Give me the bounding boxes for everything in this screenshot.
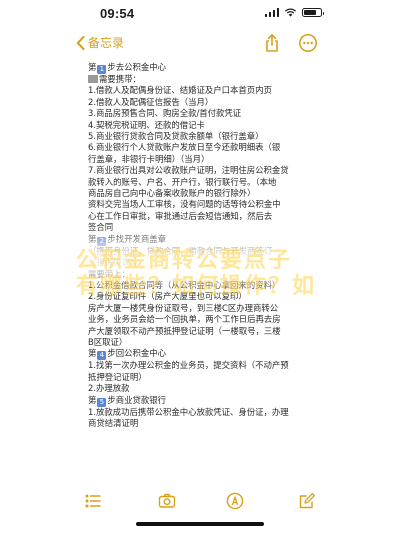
note-line: 资料交完当场人工审核，没有问题的话等待公积金中 bbox=[88, 199, 320, 210]
share-icon[interactable] bbox=[262, 33, 282, 53]
note-step-heading: 第 4 步回公积金中心 bbox=[88, 348, 320, 361]
note-line: 1.找第一次办理公积金的业务员，提交资料（不动产预 bbox=[88, 360, 320, 371]
status-icons bbox=[264, 8, 324, 17]
note-line-text: 行盖章，非银行卡明细）（当月） bbox=[88, 153, 210, 164]
note-line-text: 2.借款人及配偶征信报告（当月） bbox=[88, 96, 214, 107]
bottom-toolbar bbox=[0, 488, 400, 518]
note-line: 房产大厦一楼凭身份证取号，到三楼C区办理商转公 bbox=[88, 303, 320, 314]
step-prefix: 第 bbox=[88, 348, 97, 359]
step-title: 步商业贷款银行 bbox=[107, 394, 166, 405]
note-line-text: 3.商品房预售合同、购房全款/首付款凭证 bbox=[88, 108, 242, 119]
note-line: 款转入的账号、户名、开户行，银行联行号。（本地 bbox=[88, 177, 320, 188]
note-line: 4.契税完税证明、还款的借记卡 bbox=[88, 120, 320, 131]
note-line: B区取证） bbox=[88, 337, 320, 348]
more-icon[interactable] bbox=[298, 33, 318, 53]
nav-bar: 备忘录 bbox=[0, 30, 400, 58]
note-line: 1.借款人及配偶身份证、结婚证及户口本首页内页 bbox=[88, 85, 320, 96]
note-line: 6.商业银行个人贷款账户发放日至今还款明细表（银 bbox=[88, 142, 320, 153]
home-indicator bbox=[136, 522, 264, 526]
back-button[interactable]: 备忘录 bbox=[76, 34, 124, 51]
gray-square-emoji-icon bbox=[88, 75, 98, 83]
note-line-text: 7.商业银行出具对公收款账户证明，注明住房公积金贷 bbox=[88, 165, 289, 176]
note-line-text: 业务，业务员会给一个回执单，两个工作日后再去房 bbox=[88, 314, 281, 325]
back-button-label: 备忘录 bbox=[88, 36, 125, 50]
note-line: 需要携带： bbox=[88, 74, 320, 85]
note-line-text: 1.找第一次办理公积金的业务员，提交资料（不动产预 bbox=[88, 360, 289, 371]
step-number-badge: 5 bbox=[97, 397, 107, 407]
note-line: 商品房自己向中心备案收款账户的银行除外） bbox=[88, 188, 320, 199]
checklist-icon[interactable] bbox=[84, 492, 102, 510]
markup-pen-icon[interactable] bbox=[226, 492, 244, 510]
note-line: 5.商业银行贷款合同及贷款余额单（银行盖章） bbox=[88, 131, 320, 142]
note-line-text: 资料交完当场人工审核，没有问题的话等待公积金中 bbox=[88, 199, 281, 210]
compose-icon[interactable] bbox=[298, 492, 316, 510]
note-line-text: 1.借款人及配偶身份证、结婚证及户口本首页内页 bbox=[88, 85, 272, 96]
status-bar: 09:54 bbox=[0, 0, 400, 30]
overlay-title-line-2: 有哪些？如何操作？如 bbox=[76, 274, 317, 299]
note-line-text: 款转入的账号、户名、开户行，银行联行号。（本地 bbox=[88, 176, 277, 187]
note-line-text: 5.商业银行贷款合同及贷款余额单（银行盖章） bbox=[88, 131, 264, 142]
note-line-text: 6.商业银行个人贷款账户发放日至今还款明细表（银 bbox=[88, 142, 281, 153]
note-line: 2.办理放款 bbox=[88, 383, 320, 394]
note-line: 心在工作日审批，审批通过后会短信通知，然后去 bbox=[88, 211, 320, 222]
note-line-text: 商贷结清证明 bbox=[88, 417, 139, 428]
wifi-icon bbox=[284, 8, 297, 17]
note-step-heading: 第 5 步商业贷款银行 bbox=[88, 395, 320, 407]
chevron-left-icon bbox=[76, 35, 85, 50]
step-title: 步回公积金中心 bbox=[107, 348, 166, 359]
note-line-text: 4.契税完税证明、还款的借记卡 bbox=[88, 119, 205, 130]
step-prefix: 第 bbox=[88, 62, 97, 72]
note-step-heading: 第 1 步去公积金中心 bbox=[88, 62, 320, 74]
status-time: 09:54 bbox=[100, 6, 135, 21]
note-line: 2.借款人及配偶征信报告（当月） bbox=[88, 97, 320, 108]
battery-icon bbox=[302, 8, 324, 17]
note-line: 商贷结清证明 bbox=[88, 418, 320, 429]
note-line: 行盖章，非银行卡明细）（当月） bbox=[88, 154, 320, 165]
note-line: 3.商品房预售合同、购房全款/首付款凭证 bbox=[88, 108, 320, 119]
cellular-signal-icon bbox=[264, 8, 279, 17]
note-line-text: 产大厦领取不动产预抵押登记证明（一楼取号，三楼 bbox=[88, 325, 281, 336]
step-prefix: 第 bbox=[88, 394, 97, 405]
note-line: 1.放款成功后携带公积金中心放款凭证、身份证，办理 bbox=[88, 407, 320, 418]
step-title: 步去公积金中心 bbox=[107, 62, 166, 72]
note-line-text: 1.放款成功后携带公积金中心放款凭证、身份证，办理 bbox=[88, 406, 289, 417]
note-line-text: 2.办理放款 bbox=[88, 383, 130, 394]
note-line: 7.商业银行出具对公收款账户证明，注明住房公积金贷 bbox=[88, 165, 320, 176]
step-number-badge: 4 bbox=[97, 351, 107, 361]
note-line: 产大厦领取不动产预抵押登记证明（一楼取号，三楼 bbox=[88, 326, 320, 337]
note-line-text: 心在工作日审批，审批通过后会短信通知，然后去 bbox=[88, 210, 273, 221]
note-line-text: 商品房自己向中心备案收款账户的银行除外） bbox=[88, 188, 256, 199]
note-line-text: B区取证） bbox=[88, 336, 128, 347]
note-line-text: 房产大厦一楼凭身份证取号，到三楼C区办理商转公 bbox=[88, 302, 279, 313]
note-line: 业务，业务员会给一个回执单，两个工作日后再去房 bbox=[88, 314, 320, 325]
note-line-text: 抵押登记证明） bbox=[88, 371, 147, 382]
step-number-badge: 1 bbox=[97, 65, 107, 74]
note-line: 抵押登记证明） bbox=[88, 372, 320, 383]
camera-icon[interactable] bbox=[158, 492, 176, 510]
note-line-text: 需要携带： bbox=[99, 74, 141, 84]
